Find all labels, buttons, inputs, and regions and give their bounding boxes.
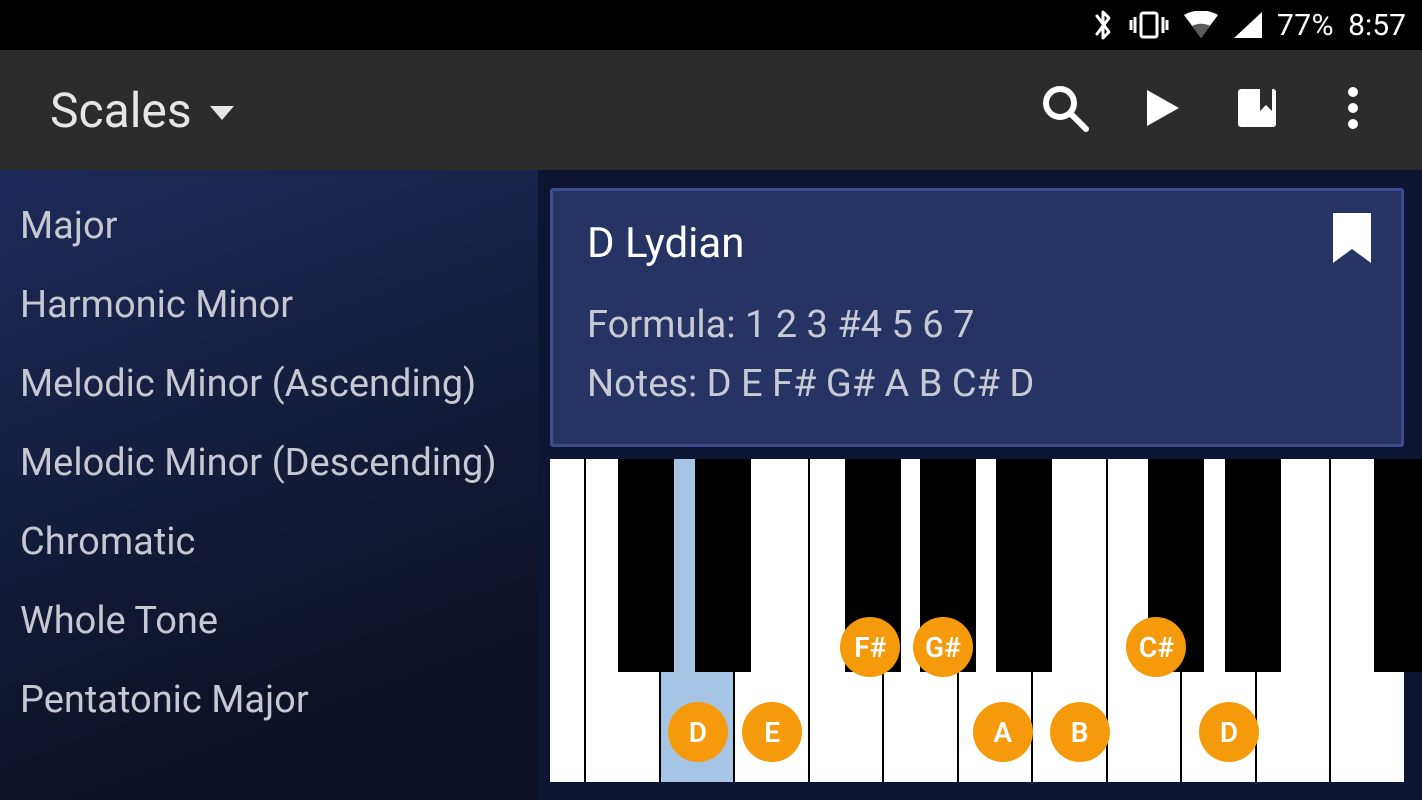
- scale-formula: Formula: 1 2 3 #4 5 6 7: [587, 296, 1367, 355]
- sidebar-item[interactable]: Pentatonic Major: [20, 662, 518, 741]
- black-key[interactable]: [695, 459, 751, 672]
- status-time: 8:57: [1348, 8, 1406, 43]
- sidebar-item[interactable]: Harmonic Minor: [20, 267, 518, 346]
- overflow-menu-button[interactable]: [1308, 65, 1398, 155]
- bookmark-book-icon: [1232, 83, 1282, 137]
- detail-pane: D Lydian Formula: 1 2 3 #4 5 6 7 Notes: …: [538, 170, 1422, 800]
- status-bar: 77% 8:57: [0, 0, 1422, 50]
- chevron-down-icon: [210, 106, 234, 120]
- black-key[interactable]: [1374, 459, 1422, 672]
- black-key[interactable]: [1225, 459, 1281, 672]
- black-key[interactable]: [996, 459, 1052, 672]
- note-marker: A: [973, 702, 1033, 762]
- note-marker: G#: [913, 617, 973, 677]
- vibrate-icon: [1129, 10, 1169, 40]
- app-bar: Scales: [0, 50, 1422, 170]
- more-vert-icon: [1347, 84, 1359, 136]
- bluetooth-icon: [1091, 8, 1115, 42]
- sidebar-item[interactable]: Chromatic: [20, 504, 518, 583]
- search-button[interactable]: [1020, 65, 1110, 155]
- signal-icon: [1233, 11, 1263, 39]
- search-icon: [1038, 81, 1092, 139]
- sidebar-item[interactable]: Whole Tone: [20, 583, 518, 662]
- bookmarks-button[interactable]: [1212, 65, 1302, 155]
- page-title-dropdown[interactable]: Scales: [50, 82, 234, 139]
- bookmark-icon: [1329, 250, 1375, 269]
- note-marker: D: [668, 702, 728, 762]
- wifi-icon: [1183, 11, 1219, 39]
- content-body: MajorHarmonic MinorMelodic Minor (Ascend…: [0, 170, 1422, 800]
- scale-notes: Notes: D E F# G# A B C# D: [587, 355, 1367, 414]
- app-root: 77% 8:57 Scales: [0, 0, 1422, 800]
- scale-name: D Lydian: [587, 219, 1367, 268]
- scale-info-card: D Lydian Formula: 1 2 3 #4 5 6 7 Notes: …: [550, 188, 1404, 447]
- play-button[interactable]: [1116, 65, 1206, 155]
- piano-keyboard[interactable]: DEF#G#ABC#D: [550, 459, 1404, 782]
- note-marker: D: [1199, 702, 1259, 762]
- page-title: Scales: [50, 82, 192, 139]
- note-marker: B: [1050, 702, 1110, 762]
- sidebar-item[interactable]: Melodic Minor (Ascending): [20, 346, 518, 425]
- piano-wrap: DEF#G#ABC#D: [550, 459, 1404, 782]
- black-key[interactable]: [618, 459, 674, 672]
- note-marker: E: [742, 702, 802, 762]
- bookmark-toggle[interactable]: [1329, 211, 1375, 269]
- sidebar-item[interactable]: Melodic Minor (Descending): [20, 425, 518, 504]
- scales-sidebar[interactable]: MajorHarmonic MinorMelodic Minor (Ascend…: [0, 170, 538, 800]
- play-icon: [1137, 84, 1185, 136]
- sidebar-item[interactable]: Major: [20, 188, 518, 267]
- battery-percentage: 77%: [1277, 8, 1334, 43]
